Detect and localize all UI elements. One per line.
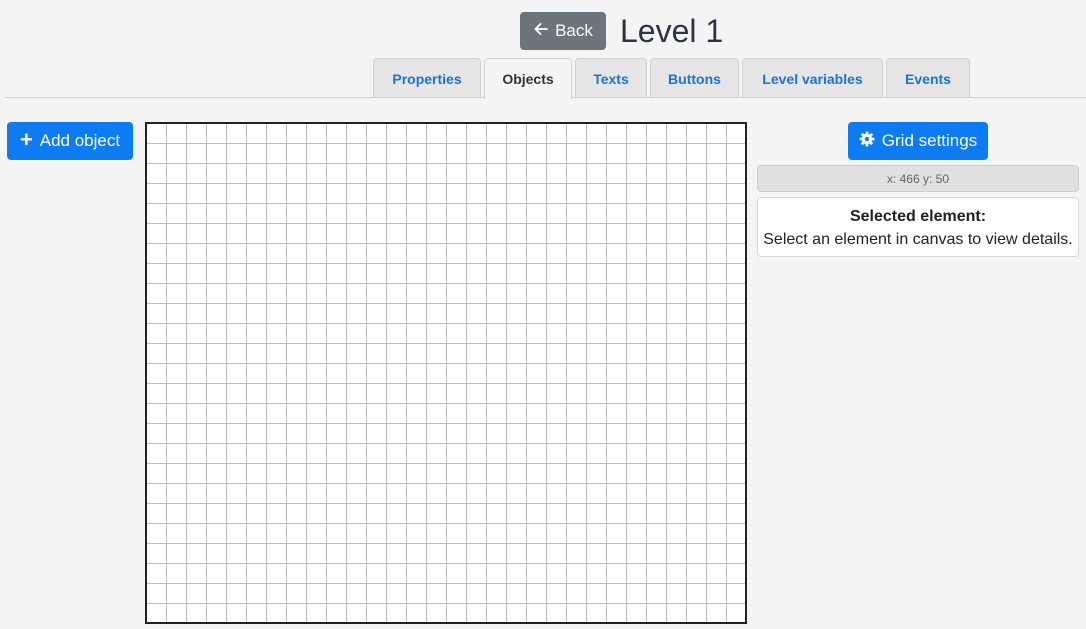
add-object-button[interactable]: + Add object: [7, 122, 133, 160]
grid-settings-label: Grid settings: [881, 131, 978, 150]
selected-element-panel: Selected element: Select an element in c…: [757, 197, 1079, 257]
cursor-coordinates: x: 466 y: 50: [757, 165, 1079, 192]
page-title: Level 1: [620, 13, 724, 49]
header: Back Level 1: [520, 12, 723, 50]
back-button[interactable]: Back: [520, 12, 606, 50]
selected-element-hint: Select an element in canvas to view deta…: [763, 231, 1073, 248]
tab-level-variables[interactable]: Level variables: [742, 58, 883, 98]
level-canvas[interactable]: [145, 122, 747, 624]
tab-properties[interactable]: Properties: [373, 58, 481, 98]
selected-element-title: Selected element:: [849, 208, 987, 225]
arrow-left-icon: [533, 21, 549, 42]
back-button-label: Back: [555, 21, 593, 40]
tab-buttons[interactable]: Buttons: [650, 58, 739, 98]
add-object-label: Add object: [39, 131, 121, 150]
plus-icon: +: [19, 127, 33, 152]
tab-events[interactable]: Events: [886, 58, 970, 98]
gear-icon: [859, 131, 875, 152]
tab-objects[interactable]: Objects: [484, 58, 572, 99]
tab-bar: Properties Objects Texts Buttons Level v…: [373, 58, 970, 99]
tab-texts[interactable]: Texts: [575, 58, 647, 98]
grid-settings-button[interactable]: Grid settings: [848, 122, 988, 160]
